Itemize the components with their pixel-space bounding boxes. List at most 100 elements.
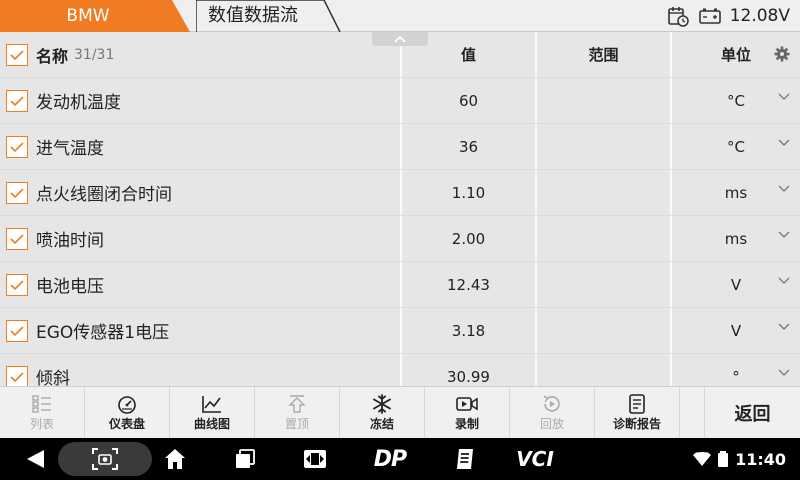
row-unit: ° — [732, 367, 740, 386]
triangle-back-icon — [27, 450, 44, 468]
table-row[interactable]: 电池电压 12.43 V — [0, 262, 800, 307]
row-checkbox[interactable] — [6, 273, 28, 296]
report-button[interactable]: 诊断报告 — [595, 387, 680, 439]
toolbar-spacer — [680, 387, 705, 439]
header-status: 12.08V — [666, 0, 790, 32]
row-value: 2.00 — [402, 216, 537, 261]
recent-apps-button[interactable] — [230, 438, 260, 480]
graph-button[interactable]: 曲线图 — [170, 387, 255, 439]
unit-dropdown[interactable]: °C — [672, 78, 800, 123]
calendar-clock-icon[interactable] — [666, 4, 690, 28]
dp-app-button[interactable]: DP — [365, 438, 415, 480]
unit-dropdown[interactable]: ° — [672, 354, 800, 386]
row-name-cell: 电池电压 — [0, 262, 402, 307]
row-checkbox[interactable] — [6, 135, 28, 158]
page-title: 数值数据流 — [208, 5, 298, 26]
wifi-icon — [693, 452, 712, 466]
unit-dropdown[interactable]: ms — [672, 170, 800, 215]
unit-dropdown[interactable]: ms — [672, 216, 800, 261]
row-checkbox[interactable] — [6, 227, 28, 250]
chevron-down-icon — [778, 323, 790, 330]
row-value: 12.43 — [402, 262, 537, 307]
unit-dropdown[interactable]: V — [672, 262, 800, 307]
list-button[interactable]: 列表 — [0, 387, 85, 439]
row-unit: ms — [724, 229, 748, 248]
row-range — [537, 170, 672, 215]
row-value: 1.10 — [402, 170, 537, 215]
row-range — [537, 124, 672, 169]
check-icon — [10, 279, 24, 290]
chevron-up-icon — [394, 35, 406, 43]
check-icon — [10, 187, 24, 198]
chevron-down-icon — [778, 231, 790, 238]
graph-label: 曲线图 — [193, 417, 230, 431]
row-checkbox[interactable] — [6, 89, 28, 112]
table-row[interactable]: 进气温度 36 °C — [0, 124, 800, 169]
chevron-down-icon — [778, 185, 790, 192]
freeze-button[interactable]: 冻结 — [340, 387, 425, 439]
table-row[interactable]: EGO传感器1电压 3.18 V — [0, 308, 800, 353]
line-chart-icon — [202, 396, 221, 413]
notepad-icon — [457, 449, 473, 469]
select-all-checkbox[interactable] — [6, 43, 28, 66]
data-stream-table: 名称 31/31 值 范围 单位 发动机温度 60 °C 进气温度 36 °C … — [0, 32, 800, 386]
table-row[interactable]: 点火线圈闭合时间 1.10 ms — [0, 170, 800, 215]
row-name-cell: 喷油时间 — [0, 216, 402, 261]
nav-back-button[interactable] — [20, 438, 50, 480]
back-button[interactable]: 返回 — [705, 387, 800, 438]
android-nav-bar: DP VCI 11:40 — [0, 438, 800, 480]
collapse-handle[interactable] — [372, 32, 428, 46]
chevron-down-icon — [778, 277, 790, 284]
record-button[interactable]: 录制 — [425, 387, 510, 439]
battery-icon — [698, 8, 721, 24]
column-header-name: 名称 — [36, 46, 69, 66]
pin-top-button[interactable]: 置顶 — [255, 387, 340, 439]
notes-button[interactable] — [450, 438, 480, 480]
home-button[interactable] — [160, 438, 190, 480]
gear-icon[interactable] — [774, 46, 790, 62]
row-range — [537, 308, 672, 353]
table-row[interactable]: 倾斜 30.99 ° — [0, 354, 800, 386]
check-icon — [10, 325, 24, 336]
row-name: 倾斜 — [36, 369, 70, 386]
playback-button[interactable]: 回放 — [510, 387, 595, 439]
table-row[interactable]: 发动机温度 60 °C — [0, 78, 800, 123]
bottom-toolbar: 列表 仪表盘 曲线图 置顶 冻结 录制 回放 诊断报告 返回 — [0, 386, 800, 439]
app-switch-button[interactable] — [300, 438, 330, 480]
unit-dropdown[interactable]: V — [672, 308, 800, 353]
row-range — [537, 78, 672, 123]
column-header-unit: 单位 — [720, 46, 751, 64]
row-name-cell: 点火线圈闭合时间 — [0, 170, 402, 215]
row-unit: °C — [727, 137, 745, 156]
row-value: 30.99 — [402, 354, 537, 386]
brand-tab[interactable]: BMW — [0, 0, 192, 32]
row-unit: V — [730, 275, 742, 294]
check-icon — [10, 49, 24, 60]
row-name-cell: 发动机温度 — [0, 78, 402, 123]
row-unit: °C — [727, 91, 745, 110]
home-icon — [165, 449, 185, 469]
column-header-range: 范围 — [537, 32, 672, 77]
row-unit: ms — [724, 183, 748, 202]
unit-dropdown[interactable]: °C — [672, 124, 800, 169]
gauge-icon — [118, 396, 136, 414]
gauge-button[interactable]: 仪表盘 — [85, 387, 170, 439]
playback-label: 回放 — [539, 417, 564, 431]
vci-logo: VCI — [516, 447, 554, 471]
row-name: 进气温度 — [36, 139, 104, 159]
report-label: 诊断报告 — [612, 417, 661, 431]
record-label: 录制 — [454, 417, 479, 431]
playback-icon — [543, 395, 560, 412]
row-checkbox[interactable] — [6, 365, 28, 386]
vci-button[interactable]: VCI — [515, 438, 555, 480]
row-checkbox[interactable] — [6, 319, 28, 342]
chevron-down-icon — [778, 139, 790, 146]
brand-tab-label: BMW — [66, 6, 110, 26]
table-row[interactable]: 喷油时间 2.00 ms — [0, 216, 800, 261]
row-value: 60 — [402, 78, 537, 123]
check-icon — [10, 233, 24, 244]
row-name: 喷油时间 — [36, 231, 104, 251]
screenshot-button[interactable] — [90, 438, 120, 480]
row-checkbox[interactable] — [6, 181, 28, 204]
page-tab: 数值数据流 — [196, 0, 344, 32]
